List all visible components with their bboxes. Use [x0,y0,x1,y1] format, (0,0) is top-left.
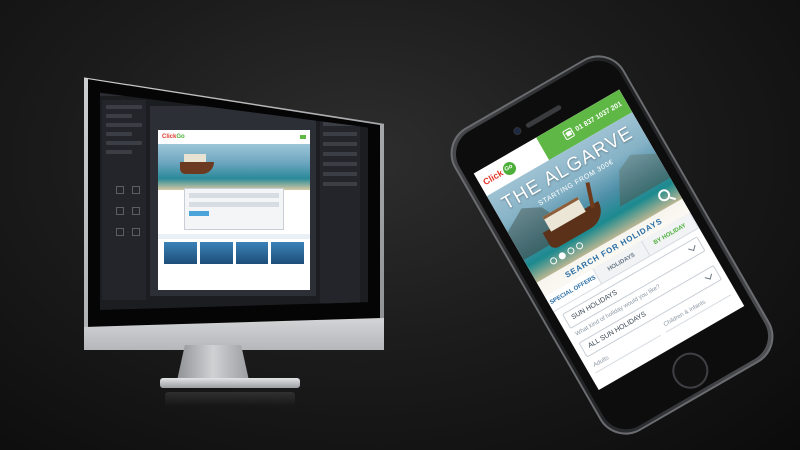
desktop-site-logo: ClickGo [162,134,185,140]
desktop-offer-cards [164,242,304,264]
tool-icon [116,207,124,215]
imac-reflection [165,392,295,406]
carousel-dot[interactable] [574,241,585,251]
tool-icon [116,186,124,194]
device-mockup-scene: ClickGo Click Go ☎ 01 837 1037 201 THE A… [0,0,800,450]
offer-card [235,242,269,264]
camera-icon [511,125,523,137]
desktop-site-header: ClickGo [158,130,310,144]
offer-card [164,242,197,264]
tool-icon [132,207,141,215]
chevron-down-icon [704,272,713,280]
carousel-dot[interactable] [557,251,568,261]
offer-card [199,242,233,264]
carousel-dot[interactable] [548,256,559,266]
desktop-hero-image [158,144,310,190]
desktop-website-preview: ClickGo [158,130,310,290]
logo-text: Click [481,167,505,188]
desktop-search-panel [184,188,284,230]
search-icon[interactable] [655,187,673,204]
editor-right-panel [320,116,360,306]
carousel-dot[interactable] [566,246,576,256]
boat-illustration [180,154,214,174]
tool-icon [116,228,124,236]
imac-base [160,378,300,388]
phone-icon: ☎ [562,126,576,141]
desktop-phone-badge [300,135,306,139]
chevron-down-icon [688,243,696,252]
offer-card [271,242,304,264]
tool-icon [132,228,141,236]
tool-icon [132,186,141,194]
editor-tool-icons [114,182,144,262]
